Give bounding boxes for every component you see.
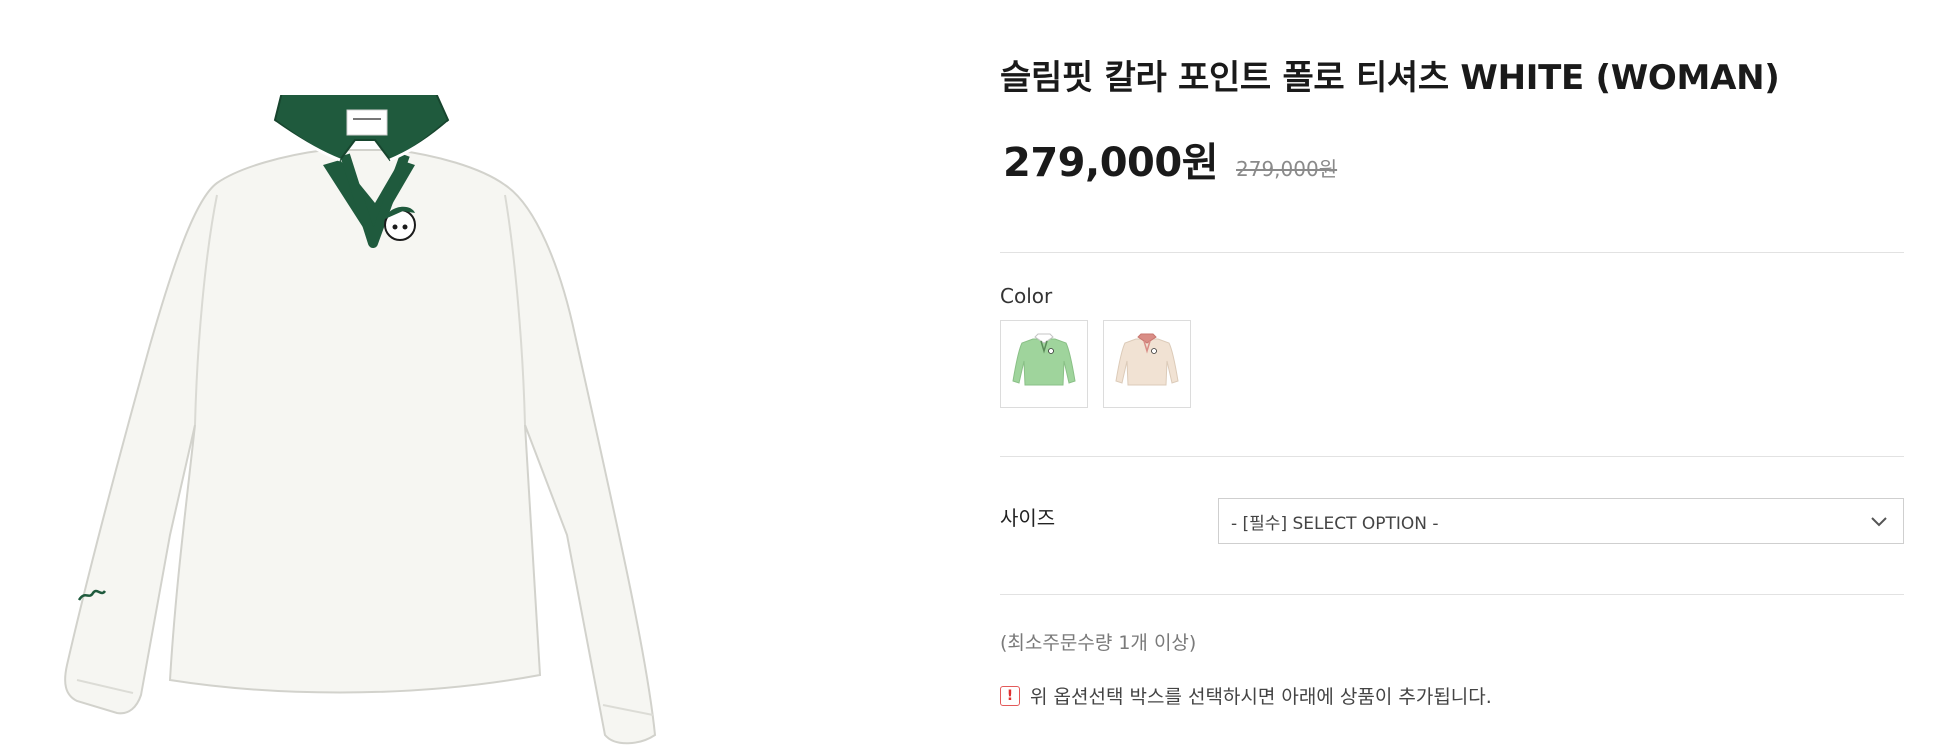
product-title: 슬림핏 칼라 포인트 폴로 티셔츠 WHITE (WOMAN)	[1000, 58, 1780, 98]
green-polo-thumbnail-icon	[1012, 333, 1076, 386]
color-swatches	[1000, 320, 1191, 408]
white-polo-shirt-image	[64, 95, 657, 745]
chevron-down-icon	[1871, 517, 1887, 527]
size-select-value: - [필수] SELECT OPTION -	[1231, 513, 1439, 534]
divider	[1000, 252, 1904, 253]
size-label: 사이즈	[1000, 506, 1056, 530]
option-notice: ! 위 옵션선택 박스를 선택하시면 아래에 상품이 추가됩니다.	[1000, 682, 1492, 709]
notice-text: 위 옵션선택 박스를 선택하시면 아래에 상품이 추가됩니다.	[1030, 686, 1492, 708]
beige-polo-thumbnail-icon	[1115, 333, 1179, 386]
color-swatch-beige[interactable]	[1103, 320, 1191, 408]
divider	[1000, 594, 1904, 595]
product-main-image	[55, 95, 775, 745]
color-swatch-green[interactable]	[1000, 320, 1088, 408]
price-row: 279,000원 279,000원	[1003, 130, 1337, 188]
product-detail-page: 슬림핏 칼라 포인트 폴로 티셔츠 WHITE (WOMAN) 279,000원…	[0, 0, 1955, 751]
minimum-order-note: (최소주문수량 1개 이상)	[1000, 632, 1197, 654]
color-label: Color	[1000, 284, 1053, 308]
divider	[1000, 456, 1904, 457]
size-select[interactable]: - [필수] SELECT OPTION -	[1218, 498, 1904, 544]
sale-price: 279,000원	[1003, 140, 1219, 186]
original-price: 279,000원	[1236, 157, 1338, 181]
exclamation-icon: !	[1000, 685, 1020, 706]
